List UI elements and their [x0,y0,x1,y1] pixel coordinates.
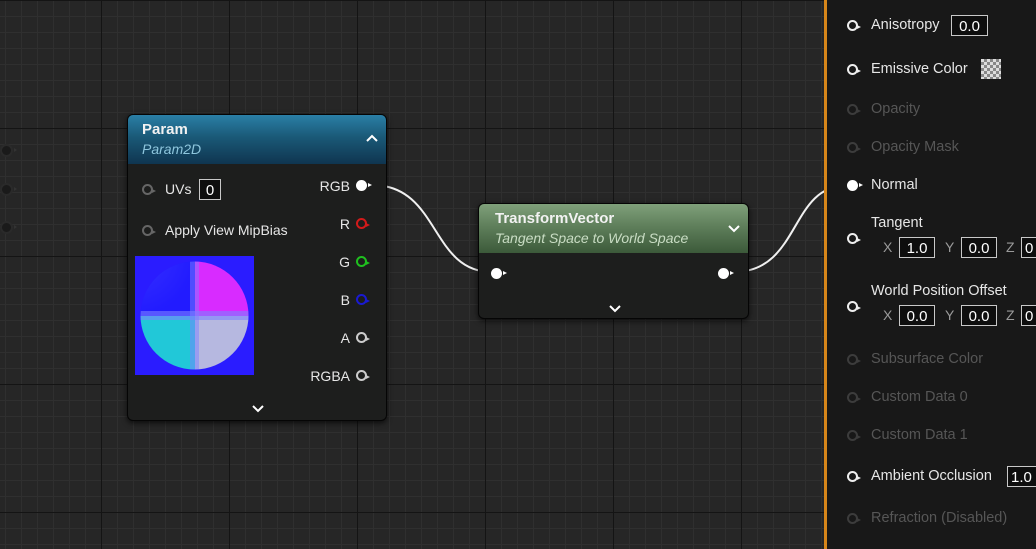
refraction-pin [847,513,861,524]
tangent-x-label: X [883,239,893,255]
wpo-y-field[interactable]: 0.0 [961,305,997,326]
custom-data-1-label: Custom Data 1 [871,427,968,443]
emissive-color-pin[interactable] [847,64,861,75]
param-node-header[interactable]: Param Param2D [128,115,386,164]
rgba-output-pin[interactable] [356,370,370,381]
tangent-x-field[interactable]: 1.0 [899,237,935,258]
wpo-z-label: Z [1006,307,1015,323]
tangent-z-field[interactable]: 0 [1021,237,1036,258]
g-output-pin[interactable] [356,256,370,267]
ambient-occlusion-label: Ambient Occlusion [871,468,992,484]
expand-chevron-icon[interactable] [252,400,264,416]
opacity-pin [847,104,861,115]
rgb-output-pin[interactable] [356,180,372,191]
world-position-offset-label: World Position Offset [871,283,1007,299]
rgb-output-label: RGB [319,178,350,194]
param-node-subtitle: Param2D [142,141,202,157]
anisotropy-value-field[interactable]: 0.0 [951,15,988,36]
wpo-x-field[interactable]: 0.0 [899,305,935,326]
emissive-color-swatch[interactable] [981,59,1001,79]
anisotropy-label: Anisotropy [871,17,940,33]
custom-data-0-pin [847,392,861,403]
refraction-label: Refraction (Disabled) [871,510,1008,526]
tangent-y-label: Y [945,239,955,255]
background-pin [0,144,17,157]
opacity-mask-label: Opacity Mask [871,139,959,155]
tangent-y-field[interactable]: 0.0 [961,237,997,258]
ambient-occlusion-pin[interactable] [847,471,861,482]
transform-input-pin[interactable] [491,268,507,279]
rgba-output-label: RGBA [310,368,350,384]
apply-view-mipbias-pin[interactable] [142,225,156,236]
collapse-chevron-icon[interactable] [366,129,378,145]
transform-vector-title: TransformVector [495,210,615,227]
subsurface-color-label: Subsurface Color [871,351,984,367]
tangent-z-label: Z [1006,239,1015,255]
r-output-label: R [339,216,350,232]
a-output-pin[interactable] [356,332,370,343]
normal-label: Normal [871,177,918,193]
opacity-label: Opacity [871,101,921,117]
ambient-occlusion-value-field[interactable]: 1.0 [1007,466,1036,487]
wpo-z-field[interactable]: 0 [1021,305,1036,326]
anisotropy-pin[interactable] [847,20,861,31]
wpo-y-label: Y [945,307,955,323]
b-output-label: B [340,292,350,308]
b-output-pin[interactable] [356,294,370,305]
uvs-input-pin[interactable] [142,184,156,195]
material-output-panel[interactable]: Anisotropy 0.0 Emissive Color Opacity Op… [824,0,1036,549]
transform-vector-node[interactable]: TransformVector Tangent Space to World S… [478,203,749,319]
g-output-label: G [339,254,350,270]
background-pin [0,221,17,234]
apply-view-mipbias-label: Apply View MipBias [165,222,288,238]
param-node[interactable]: Param Param2D UVs 0 Apply View MipBias R… [127,114,387,421]
a-output-label: A [340,330,350,346]
custom-data-0-label: Custom Data 0 [871,389,968,405]
expand-chevron-icon[interactable] [609,300,621,316]
transform-vector-header[interactable]: TransformVector Tangent Space to World S… [479,204,748,253]
tangent-label: Tangent [871,215,923,231]
world-position-offset-pin[interactable] [847,301,861,312]
emissive-color-label: Emissive Color [871,61,968,77]
custom-data-1-pin [847,430,861,441]
r-output-pin[interactable] [356,218,370,229]
param-node-title: Param [142,121,188,138]
transform-output-pin[interactable] [718,268,734,279]
transform-vector-subtitle: Tangent Space to World Space [495,230,689,246]
uvs-value-field[interactable]: 0 [199,179,221,200]
wpo-x-label: X [883,307,893,323]
tangent-pin[interactable] [847,233,861,244]
normal-pin[interactable] [847,180,863,191]
wire-rgb-to-transform-input [371,184,493,273]
background-pin [0,183,17,196]
texture-preview-thumbnail[interactable] [135,256,254,375]
collapse-chevron-icon[interactable] [728,220,740,236]
uvs-label: UVs [165,181,192,197]
subsurface-color-pin [847,354,861,365]
opacity-mask-pin [847,142,861,153]
